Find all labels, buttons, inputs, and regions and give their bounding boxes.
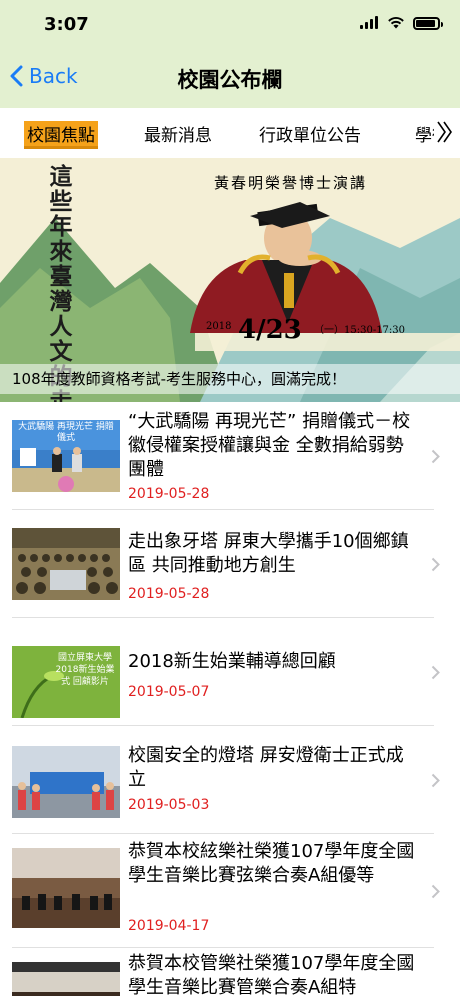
banner-year: 2018 bbox=[206, 321, 232, 332]
news-date: 2019-05-07 bbox=[128, 684, 210, 700]
status-time: 3:07 bbox=[44, 14, 89, 35]
news-title: 2018新生始業輔導總回顧 bbox=[128, 651, 336, 672]
banner-caption: 108年度教師資格考試-考生服務中心，圓滿完成！ bbox=[0, 364, 460, 394]
tab-admin-announcements[interactable]: 行政單位公告 bbox=[259, 121, 361, 146]
category-tabs: 校園焦點 最新消息 行政單位公告 學術 bbox=[0, 108, 460, 158]
status-icons bbox=[360, 14, 443, 33]
list-item[interactable]: 大武驕陽 再現光芒 捐贈儀式 “大武驕陽 再現光芒” 捐贈儀式－校徽侵權案授權讓… bbox=[0, 402, 460, 510]
news-title: “大武驕陽 再現光芒” 捐贈儀式－校徽侵權案授權讓與金 全數捐給弱勢團體 bbox=[128, 411, 411, 480]
banner-event-title: 黃春明榮譽博士演講 bbox=[214, 174, 368, 192]
news-title: 恭賀本校管樂社榮獲107學年度全國學生音樂比賽管樂合奏A組特 bbox=[128, 953, 415, 996]
list-item[interactable]: 走出象牙塔 屏東大學攜手10個鄉鎮區 共同推動地方創生 2019-05-28 bbox=[0, 510, 460, 618]
tabs-scroll-right-icon[interactable] bbox=[434, 119, 456, 145]
list-item[interactable]: 恭賀本校絃樂社榮獲107學年度全國學生音樂比賽弦樂合奏A組優等 2019-04-… bbox=[0, 834, 460, 948]
chevron-right-icon bbox=[431, 665, 440, 684]
back-label: Back bbox=[29, 64, 78, 88]
thumbnail-caption: 國立屏東大學 2018新生始業式 回顧影片 bbox=[55, 653, 115, 687]
news-title: 走出象牙塔 屏東大學攜手10個鄉鎮區 共同推動地方創生 bbox=[128, 531, 409, 576]
thumbnail-caption: 大武驕陽 再現光芒 捐贈儀式 bbox=[18, 422, 114, 443]
news-thumbnail bbox=[12, 848, 120, 928]
header: 3:07 Back 校園公布欄 bbox=[0, 0, 460, 108]
signal-icon bbox=[360, 14, 379, 33]
news-thumbnail bbox=[12, 528, 120, 600]
news-thumbnail: 國立屏東大學 2018新生始業式 回顧影片 bbox=[12, 646, 120, 718]
chevron-left-icon bbox=[10, 65, 23, 87]
list-item[interactable]: 國立屏東大學 2018新生始業式 回顧影片 2018新生始業輔導總回顧 2019… bbox=[0, 618, 460, 726]
news-date: 2019-05-28 bbox=[128, 586, 210, 602]
list-item[interactable]: 恭賀本校管樂社榮獲107學年度全國學生音樂比賽管樂合奏A組特 bbox=[0, 948, 460, 996]
news-date: 2019-04-17 bbox=[128, 918, 210, 934]
news-title: 校園安全的燈塔 屏安燈衛士正式成立 bbox=[128, 745, 404, 790]
news-thumbnail bbox=[12, 746, 120, 818]
wifi-icon bbox=[387, 14, 405, 33]
news-date: 2019-05-28 bbox=[128, 486, 210, 502]
banner-weekday: （一） bbox=[314, 325, 344, 336]
tab-campus-focus[interactable]: 校園焦點 bbox=[24, 121, 98, 149]
back-button[interactable]: Back bbox=[10, 64, 78, 88]
news-thumbnail: 大武驕陽 再現光芒 捐贈儀式 bbox=[12, 420, 120, 492]
chevron-right-icon bbox=[431, 773, 440, 792]
chevron-right-icon bbox=[431, 884, 440, 903]
tab-latest-news[interactable]: 最新消息 bbox=[144, 121, 212, 146]
chevron-right-icon bbox=[431, 449, 440, 468]
battery-level bbox=[416, 20, 435, 27]
news-title: 恭賀本校絃樂社榮獲107學年度全國學生音樂比賽弦樂合奏A組優等 bbox=[128, 841, 415, 886]
banner-time: （一）15:30-17:30 bbox=[314, 321, 405, 336]
news-thumbnail bbox=[12, 962, 120, 996]
battery-icon bbox=[413, 17, 443, 30]
banner-time-range: 15:30-17:30 bbox=[344, 325, 406, 336]
chevron-right-icon bbox=[431, 557, 440, 576]
featured-banner[interactable]: 這些年來臺灣人文的走山 黃春明榮譽博士演講 2018 4/23 （一）15:30… bbox=[0, 158, 460, 402]
list-item[interactable]: 校園安全的燈塔 屏安燈衛士正式成立 2019-05-03 bbox=[0, 726, 460, 834]
news-date: 2019-05-03 bbox=[128, 797, 210, 813]
banner-date: 4/23 bbox=[238, 315, 302, 345]
news-list: 大武驕陽 再現光芒 捐贈儀式 “大武驕陽 再現光芒” 捐贈儀式－校徽侵權案授權讓… bbox=[0, 402, 460, 996]
